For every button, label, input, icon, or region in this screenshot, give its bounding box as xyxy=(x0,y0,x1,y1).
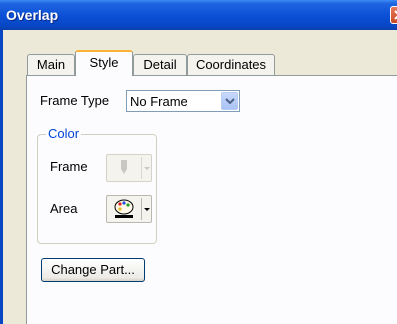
tab-coordinates-label: Coordinates xyxy=(195,57,267,72)
frame-color-dropdown[interactable] xyxy=(142,155,152,181)
area-color-dropdown[interactable] xyxy=(142,196,152,222)
close-icon xyxy=(394,10,397,20)
dialog-window: Overlap Main Style Detail Coordinates Fr… xyxy=(0,0,397,324)
area-color-label: Area xyxy=(50,201,78,216)
chevron-down-icon xyxy=(225,98,235,105)
chevron-down-icon xyxy=(144,208,150,211)
tab-detail[interactable]: Detail xyxy=(133,54,187,75)
window-border xyxy=(0,30,3,324)
window-title: Overlap xyxy=(6,7,59,23)
frame-color-label: Frame xyxy=(50,159,88,174)
close-button[interactable] xyxy=(390,6,397,24)
tab-coordinates[interactable]: Coordinates xyxy=(187,54,275,75)
title-bar[interactable]: Overlap xyxy=(0,0,397,30)
pen-icon xyxy=(121,160,127,174)
color-group: Color Frame Area xyxy=(37,126,157,244)
tab-detail-label: Detail xyxy=(143,57,177,72)
area-color-main[interactable] xyxy=(107,196,141,222)
chevron-down-icon xyxy=(144,167,150,170)
tab-style-label: Style xyxy=(89,55,119,70)
color-group-label: Color xyxy=(46,126,82,141)
style-tab-panel: Frame Type No Frame Color Frame Area Cha… xyxy=(26,75,397,324)
change-part-button[interactable]: Change Part... xyxy=(41,258,145,282)
tab-main-label: Main xyxy=(36,57,66,72)
change-part-label: Change Part... xyxy=(51,262,135,277)
tab-main[interactable]: Main xyxy=(27,54,75,75)
frame-type-dropdown-button[interactable] xyxy=(221,92,238,110)
frame-type-select[interactable]: No Frame xyxy=(126,90,240,112)
frame-type-value: No Frame xyxy=(130,94,188,109)
frame-color-button[interactable] xyxy=(106,154,152,182)
tab-style[interactable]: Style xyxy=(75,50,133,76)
frame-type-label: Frame Type xyxy=(40,93,110,108)
area-color-button[interactable] xyxy=(106,195,152,223)
palette-icon xyxy=(114,199,134,218)
frame-color-main[interactable] xyxy=(107,155,141,181)
